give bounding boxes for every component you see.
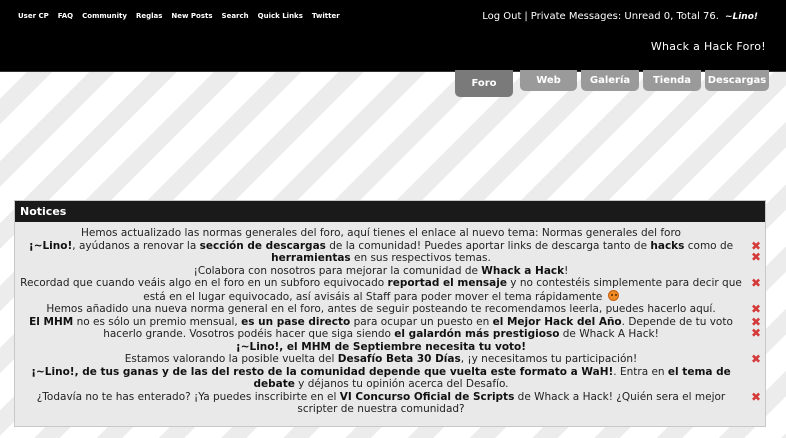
notice-text: no es sólo un premio mensual, [73, 315, 242, 328]
nav-link-user-cp[interactable]: User CP [18, 12, 49, 20]
notice-list: Hemos actualizado las normas generales d… [15, 222, 765, 416]
top-bar: User CP FAQ Community Reglas New Posts S… [0, 0, 786, 72]
logout-link[interactable]: Log Out [482, 11, 521, 22]
tab-descargas[interactable]: Descargas [705, 70, 769, 91]
notice-item: ¡~Lino!, ayúdanos a renovar la sección d… [15, 240, 765, 278]
notice-text: , ¡y necesitamos tu participación! [460, 353, 638, 365]
notice-text: Recordad que cuando veáis algo en el for… [20, 277, 388, 289]
notice-text: ¿Todavía no te has enterado? ¡Ya puedes … [36, 390, 340, 403]
nav-link-community[interactable]: Community [82, 12, 127, 20]
notice-link[interactable]: sección de descargas [200, 240, 326, 252]
username-link[interactable]: ~Lino! [725, 12, 758, 22]
notice-item: Estamos valorando la posible vuelta del … [15, 353, 765, 391]
nav-link-twitter[interactable]: Twitter [312, 12, 340, 20]
nav-link-search[interactable]: Search [222, 12, 249, 20]
separator: | [524, 11, 528, 22]
dismiss-icon[interactable]: ✖ [751, 391, 761, 403]
notice-text: y déjanos tu opinión acerca del Desafío. [294, 378, 509, 390]
notice-text: , ayúdanos a renovar la [72, 239, 200, 252]
notice-item: ¿Todavía no te has enterado? ¡Ya puedes … [15, 391, 765, 416]
notice-bold: Desafío Beta 30 Días [337, 353, 461, 365]
tab-tienda[interactable]: Tienda [643, 70, 701, 91]
smiley-icon [607, 289, 619, 301]
tab-foro[interactable]: Foro [455, 70, 513, 97]
notice-text: Hemos actualizado las normas generales d… [81, 227, 681, 239]
tab-galeria[interactable]: Galería [581, 70, 639, 91]
dismiss-icon[interactable]: ✖ [751, 303, 761, 315]
top-navigation: User CP FAQ Community Reglas New Posts S… [18, 12, 340, 20]
notice-text: de la comunidad! Puedes aportar links de… [325, 239, 651, 252]
notice-item: Recordad que cuando veáis algo en el for… [15, 277, 765, 303]
notice-link[interactable]: herramientas [271, 252, 351, 264]
notices-panel: Notices Hemos actualizado las normas gen… [14, 200, 766, 427]
dismiss-icon[interactable]: ✖ [751, 251, 761, 263]
nav-link-quick-links[interactable]: Quick Links [258, 12, 303, 20]
notice-bold: ¡~Lino!, de tus ganas y de las del resto… [31, 365, 614, 378]
notice-bold: Whack a Hack [481, 264, 565, 277]
notice-bold: el Mejor Hack del Año [492, 315, 622, 328]
nav-link-reglas[interactable]: Reglas [136, 12, 162, 20]
private-messages-link[interactable]: Private Messages: Unread 0, Total 76. [531, 11, 719, 22]
notice-bold: El MHM [29, 315, 74, 328]
dismiss-icon[interactable]: ✖ [751, 277, 761, 289]
nav-link-faq[interactable]: FAQ [58, 12, 73, 20]
notice-text: ¡Colabora con nosotros para mejorar la c… [193, 264, 482, 277]
notice-link[interactable]: hacks [650, 240, 684, 252]
dismiss-icon[interactable]: ✖ [751, 327, 761, 339]
welcome-text: Whack a Hack Foro! [650, 40, 766, 53]
nav-link-new-posts[interactable]: New Posts [171, 12, 212, 20]
notice-bold: es un pase directo [241, 315, 351, 328]
notice-item: El MHM no es sólo un premio mensual, es … [15, 316, 765, 354]
notice-text: Hemos añadido una nueva norma general en… [46, 303, 716, 315]
tab-web[interactable]: Web [520, 70, 577, 91]
notice-text: ! [564, 264, 569, 277]
notice-bold: reportad el mensaje [387, 277, 507, 289]
notice-link[interactable]: ¡~Lino!, el MHM de Septiembre necesita t… [236, 341, 526, 353]
user-info: Log Out | Private Messages: Unread 0, Tota… [482, 11, 758, 22]
notice-item: Hemos actualizado las normas generales d… [15, 227, 765, 240]
notice-bold: ¡~Lino! [28, 239, 73, 252]
notice-text: para ocupar un puesto en [350, 315, 493, 328]
notices-title: Notices [15, 201, 765, 222]
notice-text: . Entra en [613, 365, 668, 378]
notice-bold: el galardón más prestigioso [394, 328, 560, 340]
section-tabs: Foro Web Galería Tienda Descargas [455, 70, 769, 97]
notice-text: en sus respectivos temas. [350, 252, 491, 264]
notice-text: Estamos valorando la posible vuelta del [124, 353, 338, 365]
dismiss-icon[interactable]: ✖ [751, 353, 761, 365]
notice-text: como de [684, 239, 734, 252]
notice-item: Hemos añadido una nueva norma general en… [15, 303, 765, 316]
notice-link[interactable]: VI Concurso Oficial de Scripts [340, 391, 515, 403]
notice-text: de Whack A Hack! [559, 328, 659, 340]
